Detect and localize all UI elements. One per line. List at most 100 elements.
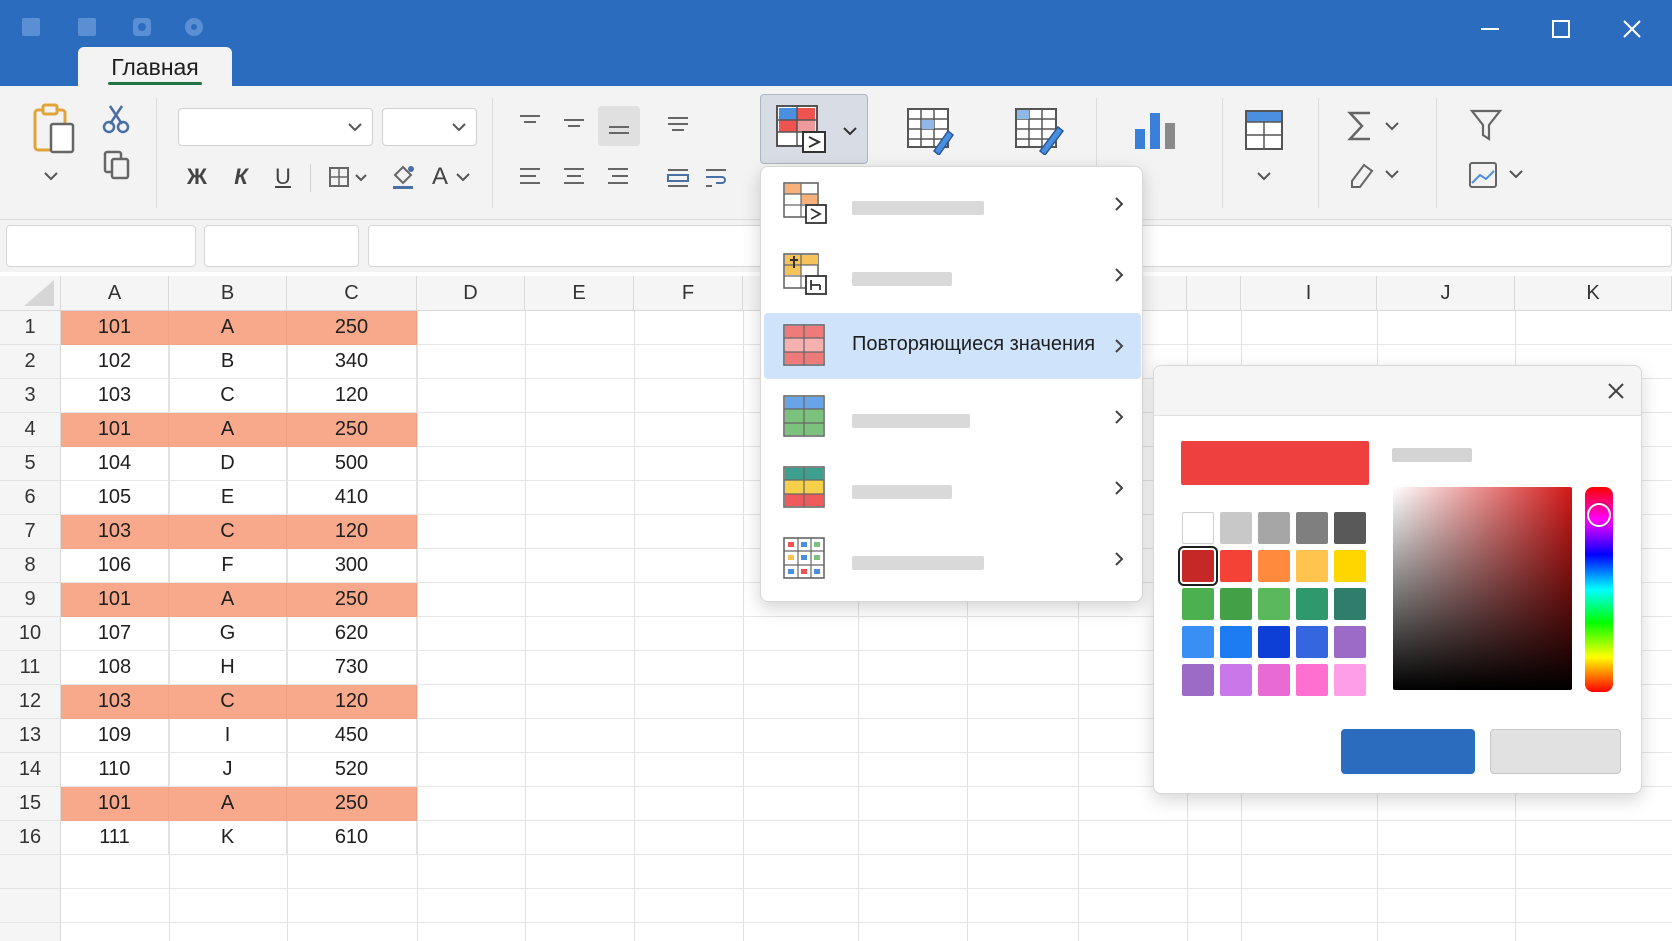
cell-b8[interactable]: F <box>169 549 287 583</box>
menu-item-color-scales[interactable] <box>764 455 1141 521</box>
color-swatch[interactable] <box>1258 588 1290 620</box>
color-swatch[interactable] <box>1334 626 1366 658</box>
cell-c12[interactable]: 120 <box>287 685 417 719</box>
cell-c11[interactable]: 730 <box>287 651 417 685</box>
cell-c8[interactable]: 300 <box>287 549 417 583</box>
cell-a5[interactable]: 104 <box>61 447 169 481</box>
redo-icon[interactable] <box>183 16 205 38</box>
cell-b5[interactable]: D <box>169 447 287 481</box>
font-color-button[interactable]: A <box>428 162 476 192</box>
insert-table-icon[interactable] <box>1236 104 1292 156</box>
color-swatch[interactable] <box>1182 664 1214 696</box>
cell-c10[interactable]: 620 <box>287 617 417 651</box>
align-right-icon[interactable] <box>602 162 634 192</box>
hue-slider[interactable] <box>1585 487 1613 692</box>
color-swatch[interactable] <box>1334 550 1366 582</box>
menu-item-data-bars[interactable] <box>764 384 1141 450</box>
row-header[interactable] <box>0 855 61 889</box>
bold-button[interactable]: Ж <box>182 162 212 192</box>
hex-value-field[interactable] <box>1392 448 1472 462</box>
insert-chart-icon[interactable] <box>1128 106 1184 156</box>
color-swatch[interactable] <box>1220 664 1252 696</box>
close-picker-button[interactable] <box>1603 378 1629 404</box>
cell-styles-icon[interactable] <box>1010 104 1066 156</box>
autosum-icon[interactable] <box>1346 108 1406 144</box>
fill-color-icon[interactable] <box>388 160 418 192</box>
row-header[interactable]: 10 <box>0 617 61 651</box>
saturation-value-picker[interactable] <box>1393 487 1572 690</box>
cell-b16[interactable]: K <box>169 821 287 855</box>
cell-a13[interactable]: 109 <box>61 719 169 753</box>
orientation-icon[interactable] <box>662 110 694 136</box>
function-box[interactable] <box>204 225 359 267</box>
save-icon[interactable] <box>20 16 42 38</box>
row-header[interactable] <box>0 923 61 941</box>
row-header[interactable]: 11 <box>0 651 61 685</box>
cell-c2[interactable]: 340 <box>287 345 417 379</box>
color-swatch[interactable] <box>1258 550 1290 582</box>
cell-c9[interactable]: 250 <box>287 583 417 617</box>
cell-a7[interactable]: 103 <box>61 515 169 549</box>
cell-c16[interactable]: 610 <box>287 821 417 855</box>
cell-a9[interactable]: 101 <box>61 583 169 617</box>
copy-icon[interactable] <box>100 149 132 181</box>
row-header[interactable]: 7 <box>0 515 61 549</box>
cell-b14[interactable]: J <box>169 753 287 787</box>
color-swatch[interactable] <box>1178 546 1218 586</box>
cell-b11[interactable]: H <box>169 651 287 685</box>
menu-item-highlight-cells-rules[interactable] <box>764 171 1141 237</box>
row-header[interactable]: 8 <box>0 549 61 583</box>
cell-c6[interactable]: 410 <box>287 481 417 515</box>
cell-a3[interactable]: 103 <box>61 379 169 413</box>
align-left-icon[interactable] <box>514 162 546 192</box>
cell-a2[interactable]: 102 <box>61 345 169 379</box>
cell-a4[interactable]: 101 <box>61 413 169 447</box>
color-swatch[interactable] <box>1220 512 1252 544</box>
column-header-c[interactable]: C <box>287 276 417 311</box>
cell-c4[interactable]: 250 <box>287 413 417 447</box>
color-swatch[interactable] <box>1296 588 1328 620</box>
column-header-i[interactable]: I <box>1241 276 1377 311</box>
minimize-button[interactable] <box>1467 10 1513 48</box>
menu-item-icon-sets[interactable] <box>764 526 1141 592</box>
ok-button[interactable] <box>1341 729 1475 774</box>
cell-a16[interactable]: 111 <box>61 821 169 855</box>
insert-table-chevron-icon[interactable] <box>1250 166 1278 186</box>
font-name-select[interactable] <box>178 108 373 146</box>
row-header[interactable]: 16 <box>0 821 61 855</box>
cell-b4[interactable]: A <box>169 413 287 447</box>
color-swatch[interactable] <box>1182 588 1214 620</box>
column-header-b[interactable]: B <box>169 276 287 311</box>
menu-item-duplicate-values[interactable]: Повторяющиеся значения <box>764 313 1141 379</box>
row-header[interactable]: 2 <box>0 345 61 379</box>
color-swatch[interactable] <box>1258 626 1290 658</box>
color-swatch[interactable] <box>1334 588 1366 620</box>
cell-c13[interactable]: 450 <box>287 719 417 753</box>
row-header[interactable]: 4 <box>0 413 61 447</box>
cell-a11[interactable]: 108 <box>61 651 169 685</box>
conditional-formatting-button[interactable] <box>760 94 868 164</box>
color-swatch[interactable] <box>1334 512 1366 544</box>
row-header[interactable]: 15 <box>0 787 61 821</box>
color-swatch[interactable] <box>1182 512 1214 544</box>
row-header[interactable]: 3 <box>0 379 61 413</box>
row-header[interactable]: 14 <box>0 753 61 787</box>
cell-c14[interactable]: 520 <box>287 753 417 787</box>
cell-a10[interactable]: 107 <box>61 617 169 651</box>
column-header-e[interactable]: E <box>525 276 634 311</box>
cell-a6[interactable]: 105 <box>61 481 169 515</box>
cell-b13[interactable]: I <box>169 719 287 753</box>
cell-b2[interactable]: B <box>169 345 287 379</box>
close-button[interactable] <box>1609 10 1655 48</box>
cell-a15[interactable]: 101 <box>61 787 169 821</box>
column-header-f[interactable]: F <box>634 276 743 311</box>
align-middle-icon[interactable] <box>558 110 590 136</box>
column-header-d[interactable]: D <box>417 276 525 311</box>
align-center-icon[interactable] <box>558 162 590 192</box>
filter-icon[interactable] <box>1468 106 1504 144</box>
menu-item-top-bottom-rules[interactable] <box>764 242 1141 308</box>
cell-b7[interactable]: C <box>169 515 287 549</box>
color-swatch[interactable] <box>1296 626 1328 658</box>
column-header[interactable] <box>1187 276 1241 311</box>
undo-icon[interactable] <box>131 16 153 38</box>
